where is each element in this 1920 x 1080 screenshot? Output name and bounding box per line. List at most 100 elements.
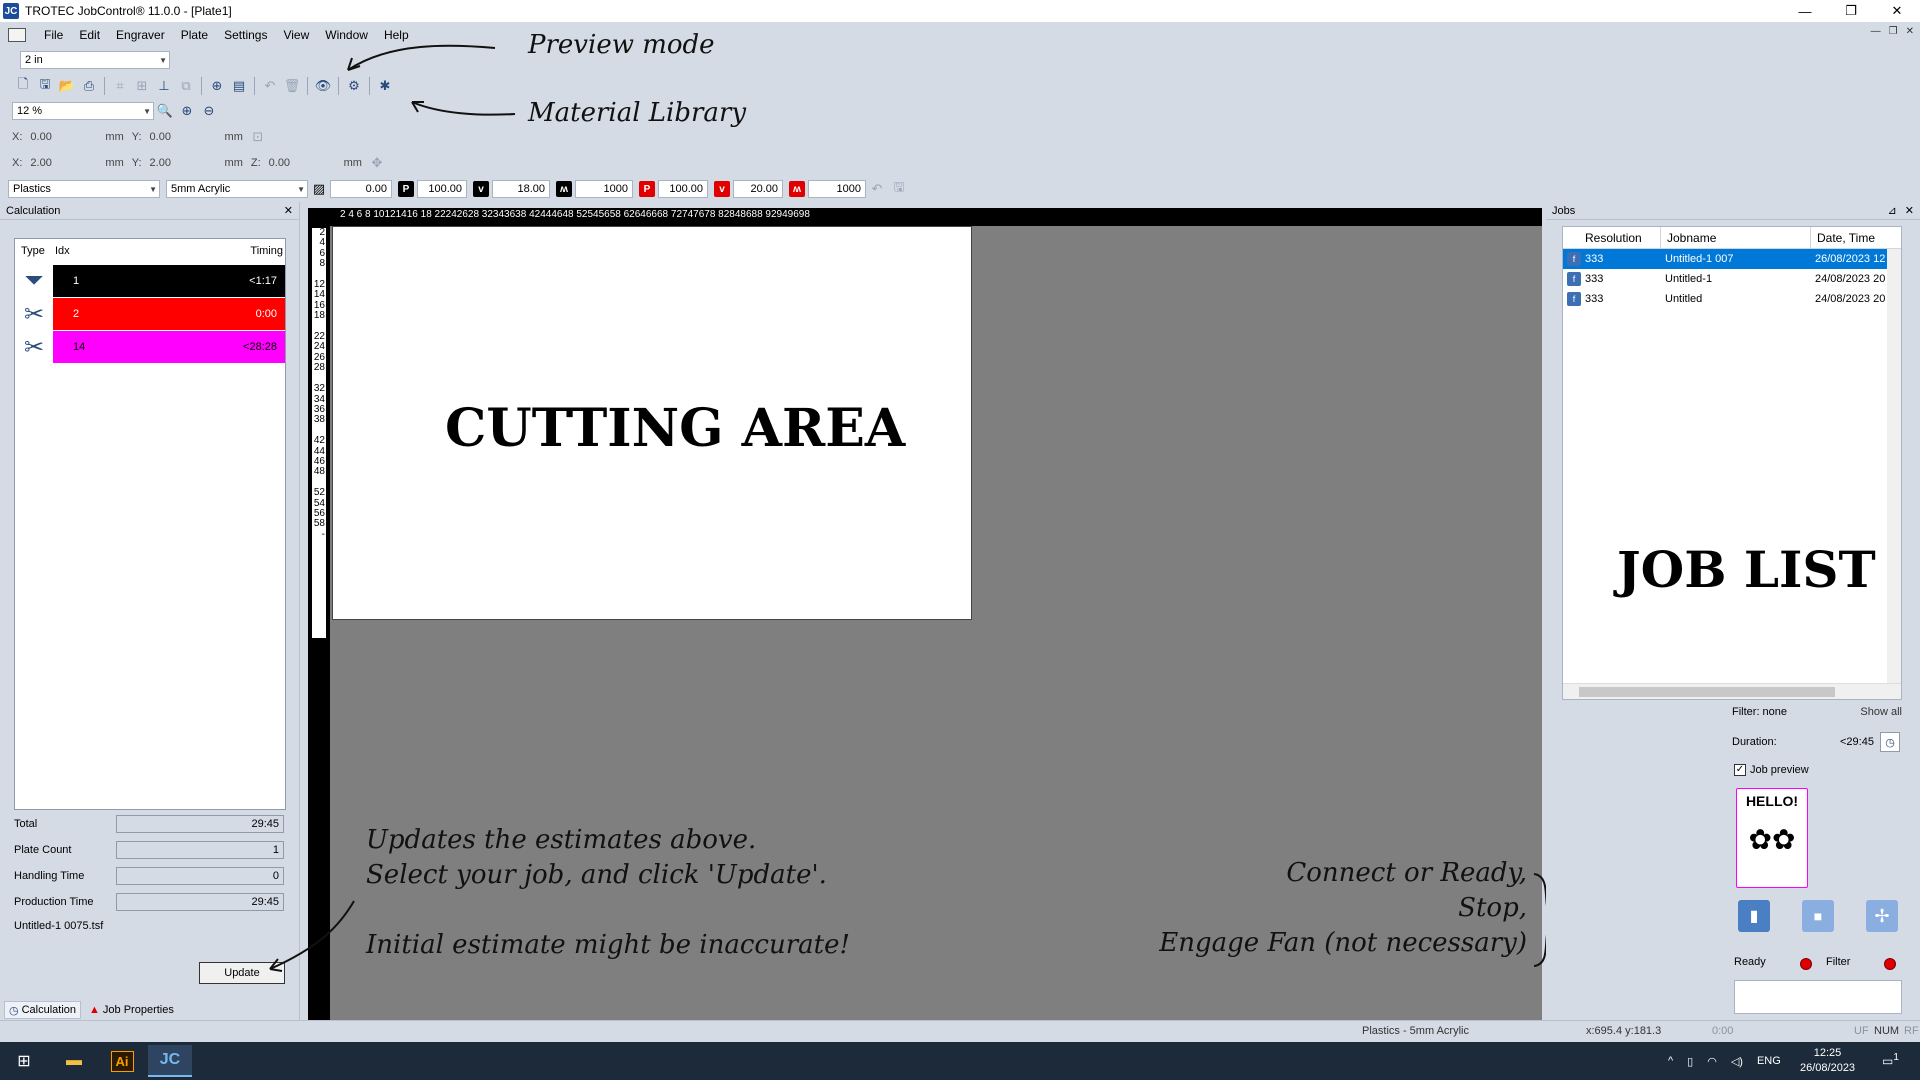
menu-edit[interactable]: Edit <box>71 28 108 42</box>
volume-icon[interactable]: ◁) <box>1731 1055 1743 1068</box>
hatch-icon[interactable]: ▨ <box>310 180 328 198</box>
close-icon[interactable]: ✕ <box>284 204 293 217</box>
menu-file[interactable]: File <box>36 28 71 42</box>
new-file-icon[interactable]: 🗋 <box>14 76 32 95</box>
undo-layout-icon[interactable]: ↶ <box>261 77 279 95</box>
material-name-select[interactable]: 5mm Acrylic ▼ <box>166 180 308 198</box>
canvas-area[interactable]: 2 4 6 8 10121416 18 22242628 32343638 42… <box>308 208 1542 1020</box>
pin-icon[interactable]: ⊿ <box>1888 204 1897 217</box>
jobcontrol-app-icon[interactable]: JC <box>148 1045 192 1077</box>
jobs-horizontal-scrollbar[interactable] <box>1563 683 1901 699</box>
windows-start-icon[interactable]: ⊞ <box>2 1045 46 1077</box>
calc-row[interactable]: ⏷ 1 <1:17 <box>15 265 285 297</box>
zoom-out-icon[interactable]: ⊖ <box>200 102 218 120</box>
minimize-icon[interactable]: — <box>1782 0 1828 22</box>
ready-label: Ready <box>1734 956 1766 968</box>
fan-icon[interactable]: ✢ <box>1866 900 1898 932</box>
x-size-field[interactable]: 2.00 <box>26 157 102 169</box>
save-material-icon[interactable]: 🖫 <box>890 179 908 198</box>
grid-icon[interactable]: ⌗ <box>111 77 129 95</box>
frequency-field-1[interactable]: 1000 <box>575 180 633 198</box>
separator <box>104 77 105 95</box>
col-jobname[interactable]: Jobname <box>1661 226 1811 249</box>
menu-engraver[interactable]: Engraver <box>108 28 173 42</box>
show-all-link[interactable]: Show all <box>1860 706 1902 718</box>
col-date[interactable]: Date, Time <box>1811 227 1901 249</box>
notification-icon[interactable]: ▭1 <box>1882 1052 1899 1068</box>
zoom-select[interactable]: 12 % ▼ <box>12 102 154 120</box>
job-resolution: 333 <box>1585 273 1604 285</box>
close-icon[interactable]: ✕ <box>1874 0 1920 22</box>
add-job-icon[interactable]: ⊕ <box>208 77 226 95</box>
handling-time-value[interactable]: 0 <box>116 867 284 885</box>
tab-calculation[interactable]: ◷ Calculation <box>4 1001 82 1019</box>
document-icon[interactable] <box>8 28 26 42</box>
stop-icon[interactable]: ■ <box>1802 900 1834 932</box>
hatch-field[interactable]: 0.00 <box>330 180 392 198</box>
z-field[interactable]: 0.00 <box>264 157 340 169</box>
menu-view[interactable]: View <box>275 28 317 42</box>
job-row[interactable]: f 333 Untitled-1 24/08/2023 20 <box>1563 269 1887 289</box>
x-label: X: <box>12 131 23 143</box>
chevron-down-icon: ▼ <box>143 107 151 116</box>
device-icon[interactable]: ▯ <box>1687 1055 1693 1068</box>
menu-bar: File Edit Engraver Plate Settings View W… <box>0 22 1920 48</box>
language-indicator[interactable]: ENG <box>1757 1055 1781 1067</box>
scroll-thumb[interactable] <box>1579 687 1835 697</box>
move-icon[interactable]: ✥ <box>368 154 386 172</box>
zoom-fit-icon[interactable]: 🔍 <box>156 102 174 120</box>
velocity-field-2[interactable]: 20.00 <box>733 180 783 198</box>
print-icon[interactable]: ⎙ <box>80 77 98 95</box>
tab-job-properties[interactable]: ▲ Job Properties <box>85 1001 178 1019</box>
open-folder-icon[interactable]: 📂 <box>58 77 76 95</box>
close-icon[interactable]: ✕ <box>1905 204 1914 217</box>
zoom-in-icon[interactable]: ⊕ <box>178 102 196 120</box>
y-field[interactable]: 0.00 <box>145 131 221 143</box>
unit-select[interactable]: 2 in ▼ <box>20 51 170 69</box>
checkbox-checked-icon[interactable]: ✓ <box>1734 764 1746 776</box>
file-explorer-icon[interactable]: ▬ <box>52 1045 96 1077</box>
menu-settings[interactable]: Settings <box>216 28 275 42</box>
restore-icon[interactable]: ❐ <box>1828 0 1874 22</box>
calc-row[interactable]: ✂ 2 0:00 <box>15 298 285 330</box>
plate-count-value[interactable]: 1 <box>116 841 284 859</box>
position-tool-icon[interactable]: ⊡ <box>249 128 267 146</box>
annotation-cutting-area: CUTTING AREA <box>445 398 906 459</box>
ruler-left-tick: 42 <box>313 435 325 447</box>
mdi-close-icon[interactable]: ✕ <box>1906 26 1914 37</box>
save-icon[interactable]: 🖫 <box>36 76 54 95</box>
wifi-icon[interactable]: ◠ <box>1707 1055 1717 1068</box>
velocity-field-1[interactable]: 18.00 <box>492 180 550 198</box>
clock[interactable]: 12:25 26/08/2023 <box>1800 1046 1855 1076</box>
chevron-up-icon[interactable]: ^ <box>1668 1055 1673 1067</box>
refresh-duration-icon[interactable]: ◷ <box>1880 732 1900 752</box>
y-label: Y: <box>131 157 142 169</box>
frequency-field-2[interactable]: 1000 <box>808 180 866 198</box>
stack-icon[interactable]: ▤ <box>230 77 248 95</box>
menu-plate[interactable]: Plate <box>173 28 216 42</box>
col-resolution[interactable]: Resolution <box>1563 226 1661 249</box>
power-field-2[interactable]: 100.00 <box>658 180 708 198</box>
y-size-field[interactable]: 2.00 <box>145 157 221 169</box>
mdi-restore-icon[interactable]: ❐ <box>1889 26 1898 37</box>
unit-label: mm <box>105 131 124 143</box>
copy-icon[interactable]: ⧉ <box>177 77 195 95</box>
delete-icon[interactable]: 🗑 <box>283 77 301 95</box>
measure-icon[interactable]: ⊥ <box>155 77 173 95</box>
ruler-left-labels: 2468 12 14 16 18 22 24 26 28 32 34 36 38 42 44 46 48… <box>312 227 326 638</box>
align-icon[interactable]: ⊞ <box>133 77 151 95</box>
handling-time-label: Handling Time <box>14 870 85 882</box>
jobs-vertical-scrollbar[interactable] <box>1887 249 1901 685</box>
job-preview-toggle[interactable]: ✓ Job preview <box>1734 764 1809 776</box>
undo-icon[interactable]: ↶ <box>868 180 886 198</box>
connect-icon[interactable]: ▮ <box>1738 900 1770 932</box>
job-row[interactable]: f 333 Untitled-1 007 26/08/2023 12 <box>1563 249 1887 269</box>
mdi-minimize-icon[interactable]: — <box>1871 26 1881 37</box>
material-category-select[interactable]: Plastics ▼ <box>8 180 160 198</box>
calc-row[interactable]: ✂ 14 <28:28 <box>15 331 285 363</box>
illustrator-app-icon[interactable]: Ai <box>100 1045 144 1077</box>
x-field[interactable]: 0.00 <box>26 131 102 143</box>
job-row[interactable]: f 333 Untitled 24/08/2023 20 <box>1563 289 1887 309</box>
separator <box>201 77 202 95</box>
power-field-1[interactable]: 100.00 <box>417 180 467 198</box>
